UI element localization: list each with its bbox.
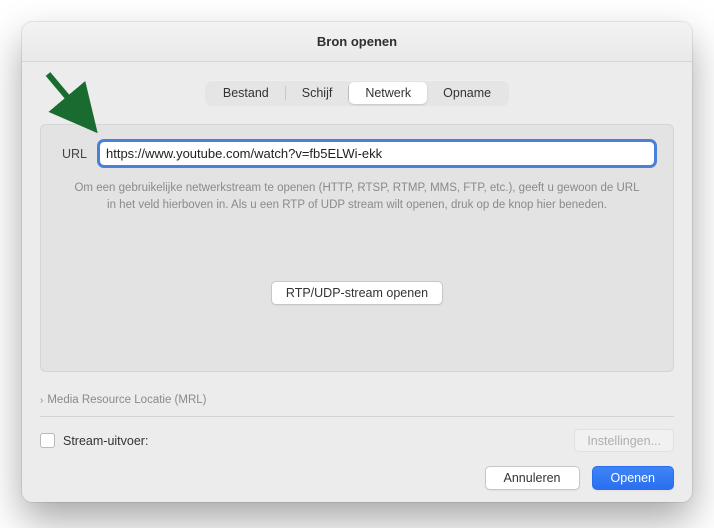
tab-capture[interactable]: Opname (427, 82, 507, 104)
stream-output-checkbox[interactable] (40, 433, 55, 448)
divider (40, 416, 674, 417)
dialog-window: Bron openen Bestand Schijf Netwerk Opnam… (22, 22, 692, 502)
stream-settings-button: Instellingen... (574, 429, 674, 452)
open-button[interactable]: Openen (592, 466, 674, 490)
tab-file[interactable]: Bestand (207, 82, 285, 104)
footer-buttons: Annuleren Openen (40, 466, 674, 490)
content-area: Bestand Schijf Netwerk Opname URL Om een… (22, 62, 692, 502)
tab-bar: Bestand Schijf Netwerk Opname (40, 80, 674, 106)
mrl-disclosure[interactable]: › Media Resource Locatie (MRL) (40, 394, 674, 406)
network-panel: URL Om een gebruikelijke netwerkstream t… (40, 124, 674, 372)
stream-output-row: Stream-uitvoer: Instellingen... (40, 429, 674, 452)
rtp-udp-button[interactable]: RTP/UDP-stream openen (271, 281, 443, 305)
stream-output-label: Stream-uitvoer: (63, 434, 148, 448)
url-row: URL (59, 141, 655, 166)
tab-network[interactable]: Netwerk (349, 82, 427, 104)
help-text: Om een gebruikelijke netwerkstream te op… (59, 180, 655, 213)
window-title: Bron openen (317, 34, 397, 49)
chevron-right-icon: › (40, 395, 43, 406)
titlebar: Bron openen (22, 22, 692, 62)
tab-disk[interactable]: Schijf (286, 82, 349, 104)
mrl-label: Media Resource Locatie (MRL) (47, 394, 206, 406)
url-input[interactable] (99, 141, 655, 166)
url-label: URL (59, 147, 87, 161)
cancel-button[interactable]: Annuleren (485, 466, 580, 490)
